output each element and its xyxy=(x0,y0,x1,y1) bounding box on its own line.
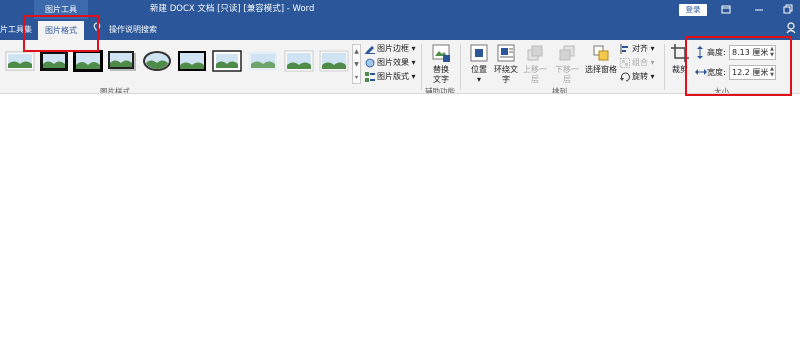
picture-border-button[interactable]: 图片边框 ▾ xyxy=(365,43,416,55)
gallery-scrollbar[interactable]: ▲ ▼ ▾ xyxy=(352,44,361,84)
picture-style-beveled[interactable] xyxy=(319,50,349,72)
picture-style-soft-edge[interactable] xyxy=(248,50,278,72)
restore-icon[interactable] xyxy=(781,3,795,16)
selection-pane-button[interactable]: 选择窗格 xyxy=(584,43,618,75)
picture-style-reflected[interactable] xyxy=(284,50,314,72)
picture-style-thick-black[interactable] xyxy=(73,50,103,72)
send-backward-button[interactable]: 下移一层 xyxy=(552,43,582,85)
picture-layout-icon xyxy=(365,71,375,82)
title-bar: 图片工具 新建 DOCX 文档 [只读] [兼容模式] - Word 登录 xyxy=(0,0,800,19)
picture-style-shadow[interactable] xyxy=(107,50,137,72)
highlight-box-size-group xyxy=(685,36,792,96)
bring-forward-icon xyxy=(525,43,545,63)
rotate-button[interactable]: 旋转 ▾ xyxy=(620,71,655,83)
tell-me-search[interactable]: 操作说明搜索 xyxy=(109,19,157,40)
position-icon xyxy=(469,43,489,63)
selection-pane-icon xyxy=(591,43,611,63)
picture-style-thin-border[interactable] xyxy=(212,50,242,72)
group-objects-icon xyxy=(620,57,630,68)
group-objects-button[interactable]: 组合 ▾ xyxy=(620,57,655,69)
gallery-up-icon[interactable]: ▲ xyxy=(353,45,360,58)
group-separator xyxy=(421,44,422,90)
alt-text-icon xyxy=(431,43,451,63)
picture-style-oval[interactable] xyxy=(142,50,172,72)
align-icon xyxy=(620,43,630,54)
picture-effects-icon xyxy=(365,58,375,68)
alt-text-button[interactable]: 替换 文字 xyxy=(428,43,454,85)
picture-border-icon xyxy=(365,44,375,54)
rotate-icon xyxy=(620,72,630,82)
picture-style-simple-frame[interactable] xyxy=(5,50,35,72)
group-separator xyxy=(460,44,461,90)
wrap-text-button[interactable]: 环绕文 字 xyxy=(491,43,521,85)
align-button[interactable]: 对齐 ▾ xyxy=(620,43,655,55)
picture-layout-button[interactable]: 图片版式 ▾ xyxy=(365,71,416,83)
group-separator xyxy=(664,44,665,90)
group-label-arrange: 排列 xyxy=(552,87,567,94)
picture-effects-button[interactable]: 图片效果 ▾ xyxy=(365,57,416,69)
picture-style-black-border-2[interactable] xyxy=(177,50,207,72)
document-title: 新建 DOCX 文档 [只读] [兼容模式] - Word xyxy=(150,4,315,14)
gallery-more-icon[interactable]: ▾ xyxy=(353,71,360,84)
wrap-text-icon xyxy=(496,43,516,63)
login-button[interactable]: 登录 xyxy=(679,4,707,16)
gallery-down-icon[interactable]: ▼ xyxy=(353,58,360,71)
ribbon-display-options-icon[interactable] xyxy=(719,3,733,16)
bring-forward-button[interactable]: 上移一层 xyxy=(520,43,550,85)
position-button[interactable]: 位置 ▾ xyxy=(466,43,492,85)
ribbon-body: ▲ ▼ ▾ 图片边框 ▾ 图片效果 ▾ 图片版式 ▾ 图片样式 替换 文字 辅助… xyxy=(0,40,800,94)
ribbon-tab-bar: 片工具集 图片格式 操作说明搜索 xyxy=(0,19,800,40)
highlight-box-picture-format-tab xyxy=(23,15,99,52)
group-label-picture-styles: 图片样式 xyxy=(100,87,130,94)
send-backward-icon xyxy=(557,43,577,63)
minimize-icon[interactable] xyxy=(752,3,766,16)
group-label-accessibility: 辅助功能 xyxy=(425,87,455,94)
picture-style-black-frame[interactable] xyxy=(39,50,69,72)
